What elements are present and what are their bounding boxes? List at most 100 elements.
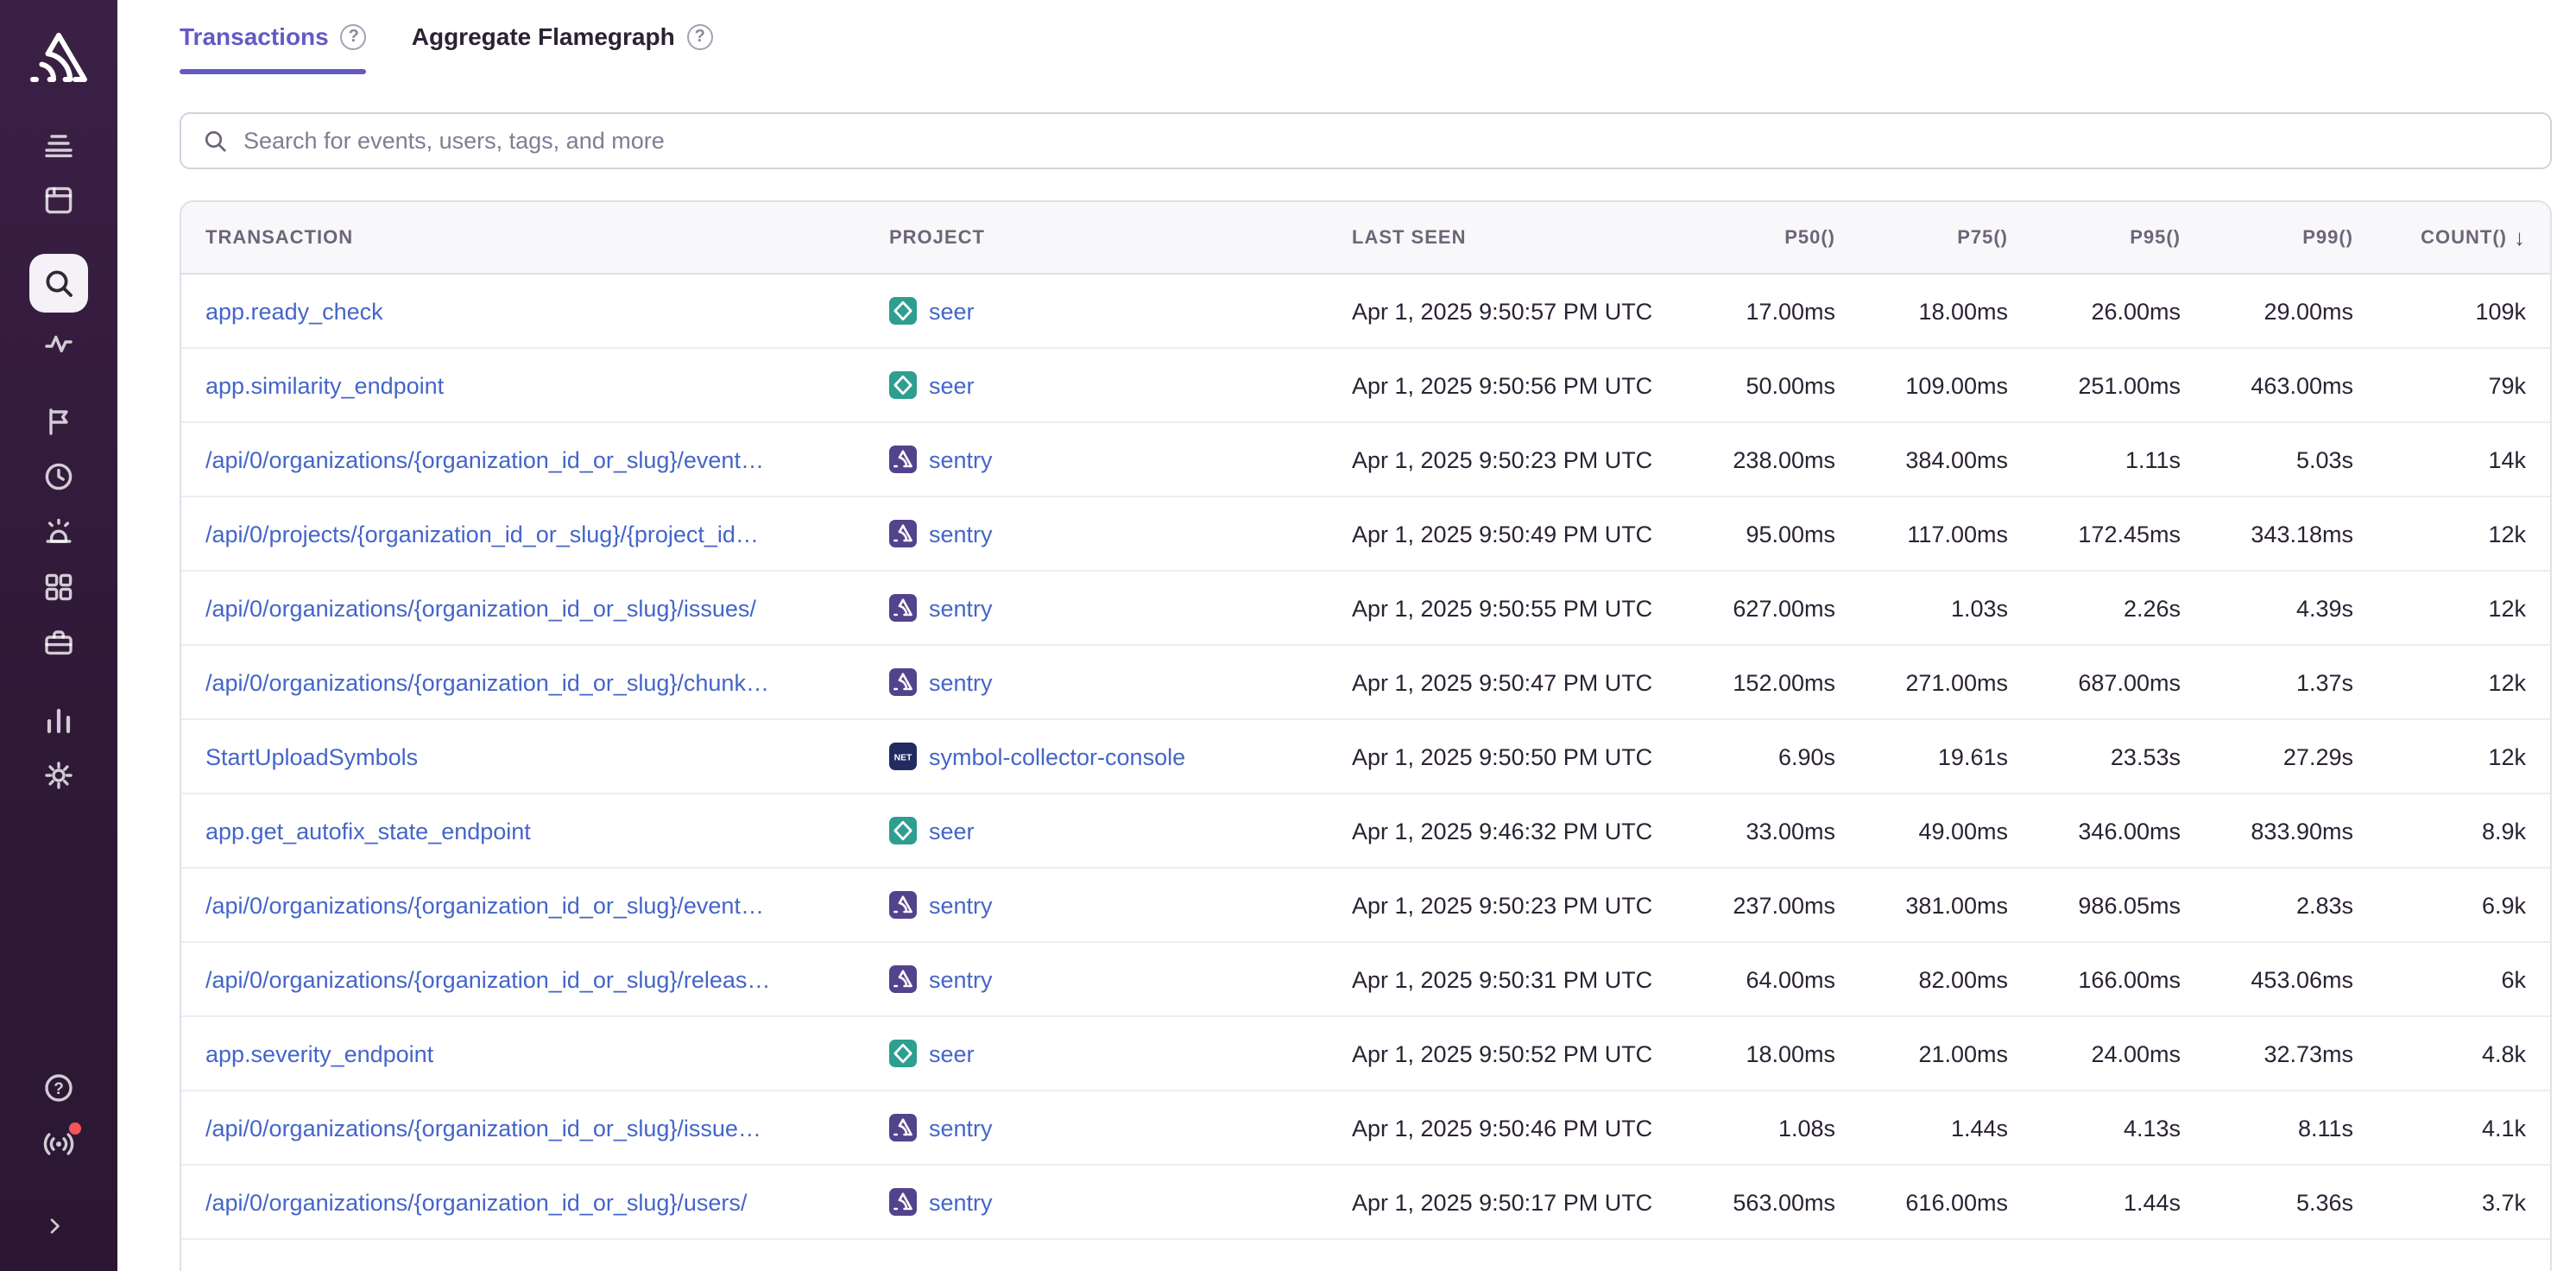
main-content: Transactions ? Aggregate Flamegraph ? TR…: [117, 0, 2576, 1271]
p75-cell: 21.00ms: [1859, 1040, 2032, 1066]
help-icon[interactable]: ?: [687, 23, 713, 49]
transaction-link[interactable]: /api/0/organizations/{organization_id_or…: [205, 966, 770, 992]
p75-cell: 381.00ms: [1859, 892, 2032, 918]
sentry-project-icon: [889, 520, 917, 547]
seer-project-icon: [889, 1040, 917, 1067]
project-link[interactable]: seer: [929, 372, 975, 398]
p99-cell: 8.11s: [2205, 1115, 2377, 1141]
transaction-link[interactable]: app.get_autofix_state_endpoint: [205, 818, 531, 844]
p75-cell: 1.03s: [1859, 595, 2032, 621]
sidebar-item-organization[interactable]: [0, 615, 117, 670]
sidebar-item-releases[interactable]: [0, 394, 117, 449]
p95-cell: 4.13s: [2032, 1115, 2205, 1141]
transaction-link[interactable]: /api/0/organizations/{organization_id_or…: [205, 1189, 747, 1215]
sidebar-item-issues[interactable]: [0, 117, 117, 173]
sentry-project-icon: [889, 891, 917, 919]
transaction-link[interactable]: /api/0/organizations/{organization_id_or…: [205, 446, 764, 472]
p99-cell: 453.06ms: [2205, 966, 2377, 992]
project-link[interactable]: symbol-collector-console: [929, 743, 1185, 769]
table-header-row: TRANSACTION PROJECT LAST SEEN P50() P75(…: [181, 202, 2550, 275]
table-row: /api/0/organizations/{organization_id_or…: [181, 423, 2550, 497]
project-link[interactable]: sentry: [929, 1189, 993, 1215]
transaction-link[interactable]: /api/0/organizations/{organization_id_or…: [205, 1115, 761, 1141]
sidebar-item-help[interactable]: ?: [0, 1060, 117, 1116]
p50-cell: 152.00ms: [1680, 669, 1859, 695]
sidebar-item-alerts[interactable]: [0, 504, 117, 560]
p75-cell: 109.00ms: [1859, 372, 2032, 398]
p99-cell: 27.29s: [2205, 743, 2377, 769]
column-header-p75[interactable]: P75(): [1859, 227, 2032, 248]
last-seen-cell: Apr 1, 2025 9:50:46 PM UTC: [1328, 1115, 1680, 1141]
p99-cell: 5.36s: [2205, 1189, 2377, 1215]
project-link[interactable]: sentry: [929, 521, 993, 547]
p75-cell: 19.61s: [1859, 743, 2032, 769]
column-header-p99[interactable]: P99(): [2205, 227, 2377, 248]
table-row: app.ready_check NET seer Apr 1, 2025 9:5…: [181, 275, 2550, 349]
svg-text:?: ?: [54, 1080, 64, 1098]
column-header-count[interactable]: COUNT() ↓: [2377, 224, 2550, 250]
sidebar-collapse-button[interactable]: [0, 1198, 117, 1254]
column-header-p95[interactable]: P95(): [2032, 227, 2205, 248]
sidebar-item-crons[interactable]: [0, 449, 117, 504]
count-cell: 14k: [2377, 446, 2550, 472]
sentry-project-icon: [889, 594, 917, 622]
siren-icon: [41, 515, 76, 549]
sidebar-item-projects[interactable]: [0, 173, 117, 228]
sidebar-item-insights[interactable]: [0, 316, 117, 371]
help-icon[interactable]: ?: [341, 23, 367, 49]
sidebar-item-explore[interactable]: [0, 250, 117, 316]
sentry-logo[interactable]: [28, 28, 90, 86]
transaction-link[interactable]: app.similarity_endpoint: [205, 372, 444, 398]
project-link[interactable]: seer: [929, 1040, 975, 1066]
project-link[interactable]: sentry: [929, 1115, 993, 1141]
last-seen-cell: Apr 1, 2025 9:50:50 PM UTC: [1328, 743, 1680, 769]
project-link[interactable]: seer: [929, 298, 975, 324]
transaction-link[interactable]: /api/0/organizations/{organization_id_or…: [205, 595, 756, 621]
sidebar-item-stats[interactable]: [0, 692, 117, 748]
project-link[interactable]: sentry: [929, 966, 993, 992]
p75-cell: 384.00ms: [1859, 446, 2032, 472]
sidebar-item-whats-new[interactable]: [0, 1116, 117, 1171]
p99-cell: 1.37s: [2205, 669, 2377, 695]
p75-cell: 82.00ms: [1859, 966, 2032, 992]
last-seen-cell: Apr 1, 2025 9:50:52 PM UTC: [1328, 1040, 1680, 1066]
project-link[interactable]: seer: [929, 818, 975, 844]
count-label: COUNT(): [2421, 227, 2507, 248]
last-seen-cell: Apr 1, 2025 9:50:23 PM UTC: [1328, 892, 1680, 918]
count-cell: 4.8k: [2377, 1040, 2550, 1066]
flag-icon: [41, 404, 76, 439]
p50-cell: 64.00ms: [1680, 966, 1859, 992]
p95-cell: 23.53s: [2032, 743, 2205, 769]
p95-cell: 2.26s: [2032, 595, 2205, 621]
search-input[interactable]: [243, 128, 2529, 154]
column-header-project[interactable]: PROJECT: [865, 227, 1328, 248]
p95-cell: 251.00ms: [2032, 372, 2205, 398]
transaction-link[interactable]: StartUploadSymbols: [205, 743, 418, 769]
column-header-transaction[interactable]: TRANSACTION: [181, 227, 865, 248]
project-link[interactable]: sentry: [929, 595, 993, 621]
transaction-link[interactable]: /api/0/organizations/{organization_id_or…: [205, 669, 769, 695]
sentry-project-icon: [889, 1114, 917, 1141]
last-seen-cell: Apr 1, 2025 9:50:23 PM UTC: [1328, 446, 1680, 472]
p99-cell: 463.00ms: [2205, 372, 2377, 398]
column-header-last-seen[interactable]: LAST SEEN: [1328, 227, 1680, 248]
transaction-link[interactable]: /api/0/organizations/{organization_id_or…: [205, 892, 764, 918]
p99-cell: 32.73ms: [2205, 1040, 2377, 1066]
pulse-icon: [41, 326, 76, 361]
sidebar-item-dashboards[interactable]: [0, 560, 117, 615]
tab-transactions[interactable]: Transactions ?: [180, 22, 367, 74]
project-link[interactable]: sentry: [929, 892, 993, 918]
column-header-p50[interactable]: P50(): [1680, 227, 1859, 248]
p99-cell: 343.18ms: [2205, 521, 2377, 547]
projects-icon: [41, 183, 76, 218]
tab-aggregate-flamegraph[interactable]: Aggregate Flamegraph ?: [412, 22, 713, 74]
project-link[interactable]: sentry: [929, 669, 993, 695]
project-link[interactable]: sentry: [929, 446, 993, 472]
sentry-project-icon: [889, 1188, 917, 1216]
transaction-link[interactable]: /api/0/projects/{organization_id_or_slug…: [205, 521, 759, 547]
sidebar: ?: [0, 0, 117, 1271]
tab-bar: Transactions ? Aggregate Flamegraph ?: [180, 22, 2552, 74]
transaction-link[interactable]: app.ready_check: [205, 298, 383, 324]
sidebar-item-settings[interactable]: [0, 748, 117, 803]
transaction-link[interactable]: app.severity_endpoint: [205, 1040, 433, 1066]
